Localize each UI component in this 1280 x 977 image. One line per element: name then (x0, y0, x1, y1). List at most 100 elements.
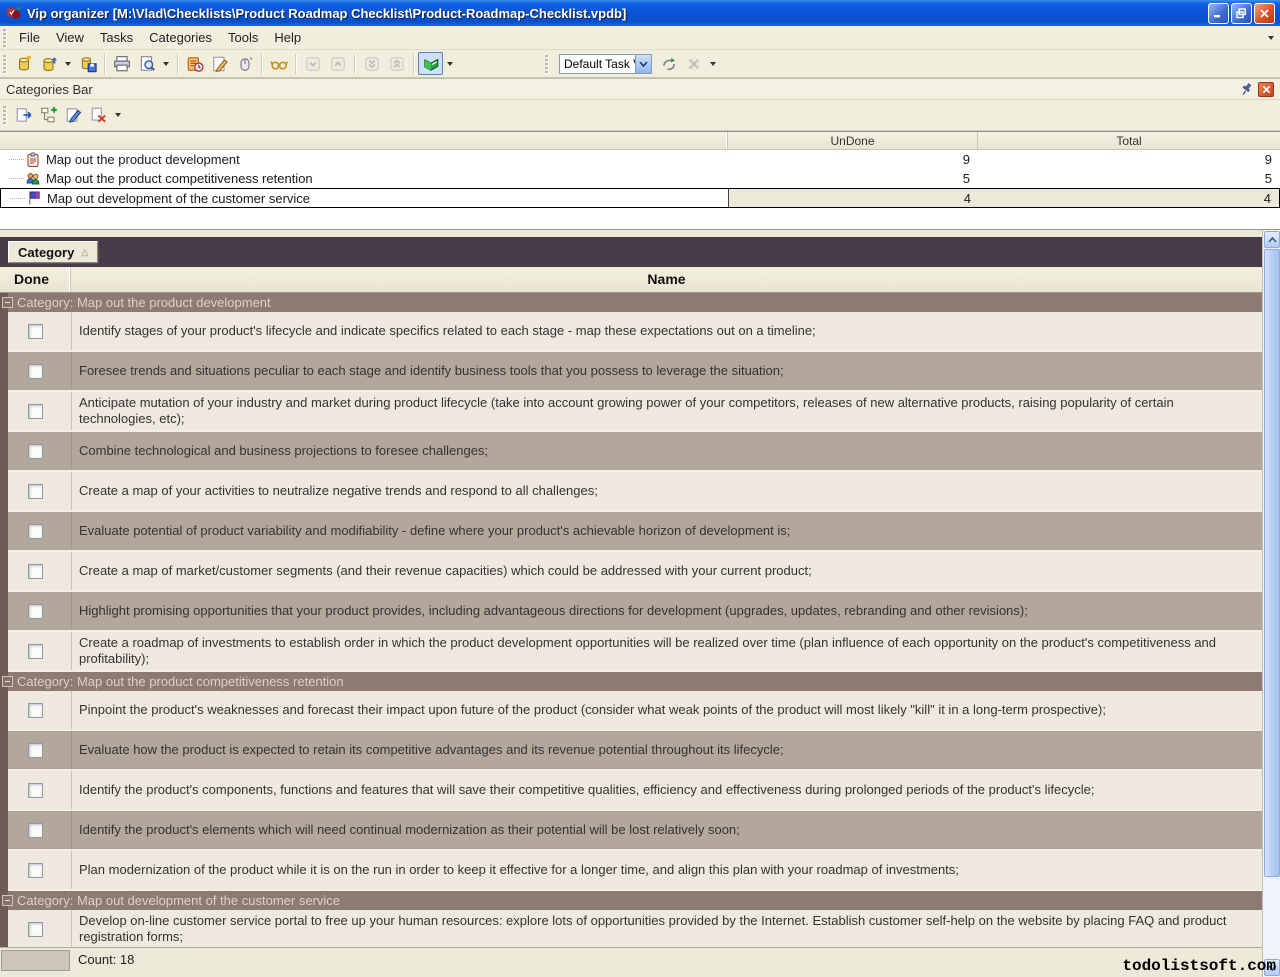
print-preview-button[interactable] (134, 52, 159, 75)
task-checkbox[interactable] (28, 922, 43, 937)
category-row-competitiveness[interactable]: Map out the product competitiveness rete… (0, 169, 1280, 188)
task-row[interactable]: Evaluate potential of product variabilit… (0, 512, 1262, 552)
task-grid-header: Done Name (0, 267, 1262, 293)
column-header-undone[interactable]: UnDone (728, 132, 978, 149)
menu-categories[interactable]: Categories (141, 26, 220, 49)
categories-toolbar-grip[interactable] (3, 106, 6, 124)
task-view-value[interactable]: Default Task V (559, 54, 635, 74)
task-row[interactable]: Identify stages of your product's lifecy… (0, 312, 1262, 352)
notebook-view-dropdown-icon[interactable] (447, 62, 453, 66)
menu-view[interactable]: View (48, 26, 92, 49)
task-checkbox[interactable] (28, 324, 43, 339)
group-header-competitiveness[interactable]: Category: Map out the product competitiv… (0, 672, 1262, 691)
delete-category-button[interactable] (86, 104, 111, 127)
toolbar-grip-2[interactable] (545, 55, 548, 73)
print-button[interactable] (109, 52, 134, 75)
assign-task-icon (236, 55, 254, 73)
restore-button[interactable] (1231, 3, 1252, 24)
category-row-product-development[interactable]: Map out the product development 9 9 (0, 150, 1280, 169)
task-checkbox[interactable] (28, 484, 43, 499)
apply-view-button[interactable] (656, 52, 681, 75)
open-database-dropdown-icon[interactable] (65, 62, 71, 66)
task-row[interactable]: Develop on-line customer service portal … (0, 910, 1262, 947)
pin-icon[interactable] (1239, 82, 1254, 97)
save-database-button[interactable] (75, 52, 100, 75)
group-by-category-button[interactable]: Category △ (8, 241, 98, 263)
edit-category-button[interactable] (61, 104, 86, 127)
scrollbar-thumb[interactable] (1264, 249, 1280, 877)
assign-task-button[interactable] (232, 52, 257, 75)
open-database-button[interactable] (36, 52, 61, 75)
delete-category-icon (90, 106, 108, 124)
clipboard-icon (25, 152, 42, 168)
view-glasses-button[interactable] (266, 52, 291, 75)
task-row[interactable]: Identify the product's elements which wi… (0, 811, 1262, 851)
combo-dropdown-icon[interactable] (635, 54, 652, 74)
task-row[interactable]: Identify the product's components, funct… (0, 771, 1262, 811)
move-category-button[interactable] (11, 104, 36, 127)
print-preview-dropdown-icon[interactable] (163, 62, 169, 66)
task-text: Foresee trends and situations peculiar t… (79, 363, 784, 379)
menu-tasks[interactable]: Tasks (92, 26, 141, 49)
task-checkbox[interactable] (28, 364, 43, 379)
categories-bar-close-button[interactable] (1258, 82, 1274, 97)
group-header-customer-service[interactable]: Category: Map out development of the cus… (0, 891, 1262, 910)
group-header-product-development[interactable]: Category: Map out the product developmen… (0, 293, 1262, 312)
collapse-icon[interactable] (2, 895, 13, 906)
task-row[interactable]: Highlight promising opportunities that y… (0, 592, 1262, 632)
task-checkbox[interactable] (28, 564, 43, 579)
task-text: Create a map of market/customer segments… (79, 563, 812, 579)
toolbar-overflow-icon[interactable] (710, 62, 716, 66)
task-row[interactable]: Foresee trends and situations peculiar t… (0, 352, 1262, 392)
menu-tools[interactable]: Tools (220, 26, 266, 49)
task-view-combobox[interactable]: Default Task V (559, 54, 652, 74)
task-checkbox[interactable] (28, 644, 43, 659)
collapse-icon[interactable] (2, 676, 13, 687)
task-row[interactable]: Combine technological and business proje… (0, 432, 1262, 472)
task-checkbox[interactable] (28, 743, 43, 758)
task-checkbox[interactable] (28, 524, 43, 539)
task-row[interactable]: Evaluate how the product is expected to … (0, 731, 1262, 771)
new-database-icon (15, 55, 33, 73)
menubar-grip[interactable] (3, 29, 6, 47)
categories-toolbar-overflow-icon[interactable] (115, 113, 121, 117)
new-database-button[interactable] (11, 52, 36, 75)
menu-help[interactable]: Help (266, 26, 309, 49)
column-header-category[interactable] (0, 132, 728, 149)
category-row-customer-service[interactable]: Map out development of the customer serv… (0, 188, 1280, 208)
task-checkbox[interactable] (28, 783, 43, 798)
column-header-total[interactable]: Total (978, 132, 1280, 149)
vertical-scrollbar[interactable] (1262, 230, 1280, 977)
minimize-button[interactable] (1208, 3, 1229, 24)
categories-grid: UnDone Total Map out the product develop… (0, 131, 1280, 230)
scroll-up-icon[interactable] (1264, 231, 1280, 248)
task-row[interactable]: Create a roadmap of investments to estab… (0, 632, 1262, 672)
task-checkbox[interactable] (28, 823, 43, 838)
categories-bar-title: Categories Bar (6, 82, 93, 97)
menu-file[interactable]: File (11, 26, 48, 49)
column-header-name[interactable]: Name (71, 267, 1262, 292)
task-checkbox[interactable] (28, 703, 43, 718)
new-task-button[interactable] (182, 52, 207, 75)
categories-grid-header: UnDone Total (0, 132, 1280, 150)
toolbar-grip[interactable] (3, 55, 6, 73)
task-checkbox[interactable] (28, 444, 43, 459)
task-row[interactable]: Anticipate mutation of your industry and… (0, 392, 1262, 432)
column-header-done[interactable]: Done (0, 267, 71, 292)
undone-count: 4 (729, 191, 979, 206)
task-checkbox[interactable] (28, 604, 43, 619)
close-button[interactable] (1254, 3, 1275, 24)
collapse-icon[interactable] (2, 297, 13, 308)
task-checkbox[interactable] (28, 404, 43, 419)
menubar-overflow-icon[interactable] (1268, 36, 1274, 40)
window-title: Vip organizer [M:\Vlad\Checklists\Produc… (27, 6, 1208, 21)
task-row[interactable]: Plan modernization of the product while … (0, 851, 1262, 891)
notebook-view-button[interactable] (418, 52, 443, 75)
task-row[interactable]: Create a map of your activities to neutr… (0, 472, 1262, 512)
task-checkbox[interactable] (28, 863, 43, 878)
edit-task-button[interactable] (207, 52, 232, 75)
task-text: Combine technological and business proje… (79, 443, 488, 459)
task-row[interactable]: Pinpoint the product's weaknesses and fo… (0, 691, 1262, 731)
add-subcategory-button[interactable] (36, 104, 61, 127)
task-row[interactable]: Create a map of market/customer segments… (0, 552, 1262, 592)
